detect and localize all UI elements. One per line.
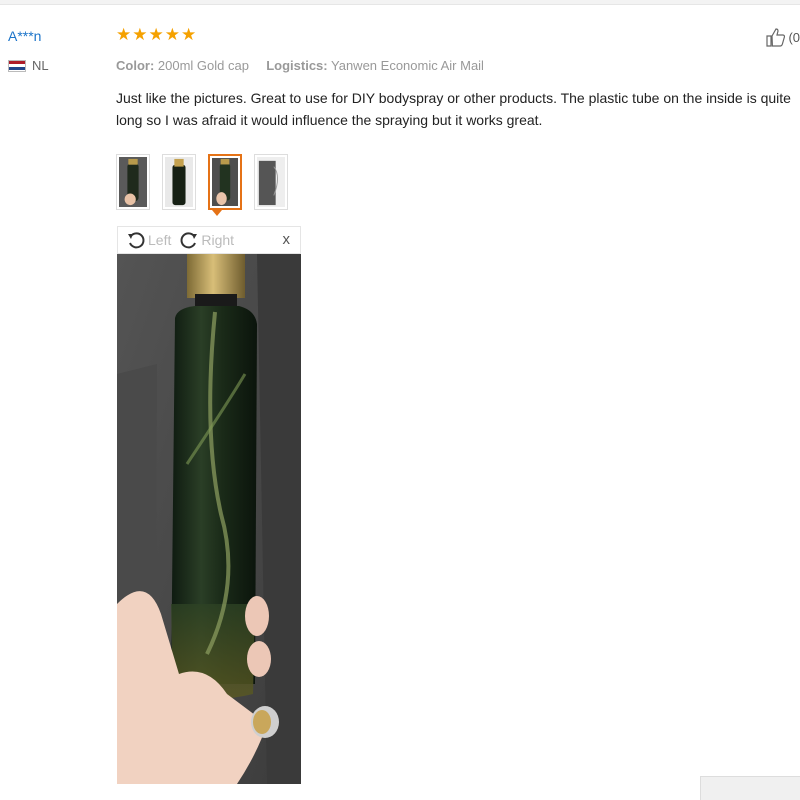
top-divider (0, 0, 800, 5)
flag-icon (8, 59, 26, 72)
image-viewer-toolbar: Left Right x (117, 226, 301, 254)
review-thumbnails (116, 154, 288, 210)
star-icon: ★ (164, 25, 180, 44)
logistics-label: Logistics: (266, 58, 328, 73)
color-label: Color: (116, 58, 155, 73)
rotate-left-icon (128, 232, 145, 249)
color-value: 200ml Gold cap (157, 58, 249, 73)
thumbnail-image (257, 157, 285, 207)
thumbs-up-icon (766, 28, 786, 47)
helpful-button[interactable]: (0 (764, 26, 800, 48)
star-icon: ★ (148, 25, 164, 44)
rotate-right-label: Right (201, 232, 235, 248)
thumbnail-photo-2[interactable] (162, 154, 196, 210)
country-code: NL (32, 58, 49, 73)
reviewer-country: NL (8, 58, 103, 73)
review-photo-large (117, 254, 301, 784)
selected-thumbnail-pointer (212, 210, 222, 216)
rotate-left-button[interactable]: Left (126, 230, 171, 250)
thumbnail-photo-3[interactable] (208, 154, 242, 210)
thumbnail-photo-1[interactable] (116, 154, 150, 210)
rotate-left-label: Left (148, 232, 172, 248)
reviewer-name: A***n (8, 28, 42, 44)
rotate-right-button[interactable]: Right (179, 230, 234, 250)
review-body: ★ ★ ★ ★ ★ Color: 200ml Gold cap Logistic… (116, 26, 800, 131)
thumbnail-image (119, 157, 147, 207)
logistics-value: Yanwen Economic Air Mail (331, 58, 484, 73)
review-photo-image (117, 254, 301, 784)
thumbnail-image (212, 158, 238, 206)
star-icon: ★ (181, 25, 197, 44)
rating-stars: ★ ★ ★ ★ ★ (116, 26, 800, 44)
helpful-count: (0 (788, 29, 800, 45)
order-info: Color: 200ml Gold cap Logistics: Yanwen … (116, 58, 800, 73)
review-text: Just like the pictures. Great to use for… (116, 90, 791, 128)
thumbnail-image (165, 157, 193, 207)
thumbnail-photo-4[interactable] (254, 154, 288, 210)
reviewer-info: A***n NL (8, 28, 103, 73)
star-icon: ★ (132, 25, 148, 44)
star-icon: ★ (116, 25, 132, 44)
view-more-button[interactable] (700, 776, 800, 800)
rotate-right-icon (180, 232, 198, 249)
close-icon[interactable]: x (283, 231, 291, 248)
